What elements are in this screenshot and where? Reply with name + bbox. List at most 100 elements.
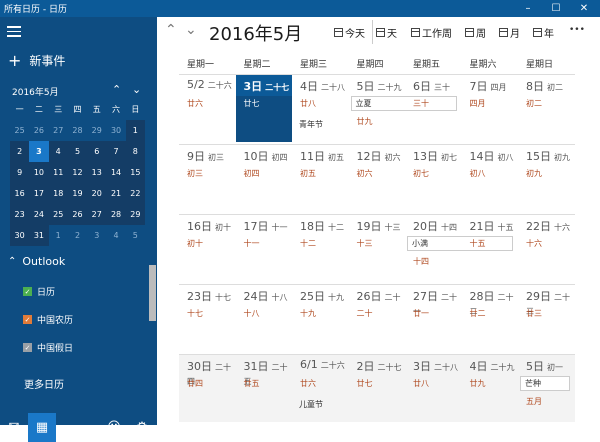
month-view-button[interactable]: 月 [499, 25, 520, 40]
day-cell[interactable]: 13日 初七 初七 [405, 145, 462, 212]
mail-icon[interactable]: ✉ [0, 413, 28, 442]
calendar-item-lunar[interactable]: ✓ 中国农历 [23, 313, 73, 326]
day-cell[interactable]: 4日 二十八 廿八 青年节 [292, 75, 349, 142]
checkbox-icon[interactable]: ✓ [23, 315, 32, 324]
checkbox-icon[interactable]: ✓ [23, 287, 32, 296]
mini-calendar-day[interactable]: 17 [29, 183, 49, 204]
day-cell[interactable]: 16日 初十 初十 [179, 215, 236, 282]
mini-calendar-day[interactable]: 28 [106, 204, 126, 225]
mini-calendar-day[interactable]: 2 [10, 141, 30, 162]
mini-calendar-day[interactable]: 23 [10, 204, 30, 225]
mini-calendar-day[interactable]: 14 [106, 162, 126, 183]
calendar-icon[interactable]: ▦ [28, 413, 56, 442]
prev-month-icon[interactable]: ⌃ [165, 22, 177, 38]
day-view-button[interactable]: 天 [376, 25, 397, 40]
day-cell[interactable]: 28日 二十二 廿二 [462, 285, 519, 352]
month-title[interactable]: 2016年5月 [209, 20, 302, 46]
mini-calendar-day[interactable]: 13 [87, 162, 107, 183]
mini-calendar-day[interactable]: 27 [49, 120, 68, 141]
hamburger-menu-icon[interactable] [7, 26, 21, 37]
outlook-account-header[interactable]: ⌃ Outlook [8, 255, 65, 268]
mini-calendar-day[interactable]: 15 [125, 162, 145, 183]
mini-calendar-day[interactable]: 9 [10, 162, 30, 183]
day-cell[interactable]: 30日 二十四 廿四 [179, 355, 236, 422]
mini-calendar-day[interactable]: 7 [106, 141, 126, 162]
day-cell[interactable]: 29日 二十三 廿三 [518, 285, 575, 352]
day-cell[interactable]: 11日 初五 初五 [292, 145, 349, 212]
mini-calendar-day[interactable]: 22 [125, 183, 145, 204]
mini-calendar-day[interactable]: 26 [67, 204, 88, 225]
mini-calendar-day[interactable]: 2 [68, 225, 87, 246]
mini-calendar-day[interactable]: 18 [48, 183, 68, 204]
day-cell[interactable]: 24日 十八 十八 [236, 285, 293, 352]
gear-icon[interactable]: ⚙ [128, 413, 156, 442]
mini-calendar-day[interactable]: 28 [68, 120, 87, 141]
mini-calendar-day[interactable]: 5 [67, 141, 88, 162]
mini-next-month-icon[interactable]: ⌄ [132, 83, 141, 96]
mini-calendar-day[interactable]: 20 [87, 183, 107, 204]
mini-calendar-day[interactable]: 19 [67, 183, 88, 204]
new-event-button[interactable]: + 新事件 [8, 52, 65, 69]
holiday-event[interactable]: 儿童节 [299, 399, 323, 410]
mini-calendar-day[interactable]: 26 [29, 120, 48, 141]
day-cell[interactable]: 3日 二十七 廿七 [235, 75, 292, 142]
mini-calendar-day[interactable]: 1 [125, 120, 145, 141]
day-cell[interactable]: 12日 初六 初六 [349, 145, 406, 212]
mini-calendar-day[interactable]: 25 [48, 204, 68, 225]
mini-calendar-day[interactable]: 27 [87, 204, 107, 225]
mini-calendar-day[interactable]: 29 [87, 120, 106, 141]
mini-calendar-day[interactable]: 24 [29, 204, 49, 225]
today-button[interactable]: 今天 [334, 25, 365, 40]
day-cell[interactable]: 9日 初三 初三 [179, 145, 236, 212]
day-cell[interactable]: 22日 十六 十六 [518, 215, 575, 282]
checkbox-icon[interactable]: ✓ [23, 343, 32, 352]
mini-calendar-day[interactable]: 6 [87, 141, 107, 162]
day-cell[interactable]: 7日 四月 四月 [462, 75, 519, 142]
year-view-button[interactable]: 年 [533, 25, 554, 40]
mini-calendar-day[interactable]: 29 [125, 204, 145, 225]
next-month-icon[interactable]: ⌄ [185, 22, 197, 38]
day-cell[interactable]: 21日 十五 十五 [462, 215, 519, 282]
mini-calendar-day[interactable]: 3 [29, 141, 49, 162]
mini-prev-month-icon[interactable]: ⌃ [112, 83, 121, 96]
smiley-feedback-icon[interactable]: ☺ [100, 413, 128, 442]
solar-term-event[interactable]: 芒种 [520, 376, 570, 391]
sidebar-scrollbar[interactable] [148, 245, 157, 365]
calendar-item-holidays[interactable]: ✓ 中国假日 [23, 341, 73, 354]
more-calendars-link[interactable]: 更多日历 [24, 376, 64, 391]
scrollbar-thumb[interactable] [149, 265, 156, 321]
day-cell[interactable]: 5日 二十九 立夏 廿九 [349, 75, 457, 142]
more-options-button[interactable]: ••• [569, 25, 585, 35]
mini-calendar-day[interactable]: 1 [49, 225, 68, 246]
day-cell[interactable]: 8日 初二 初二 [518, 75, 575, 142]
week-view-button[interactable]: 周 [465, 25, 486, 40]
mini-calendar-day[interactable]: 21 [106, 183, 126, 204]
day-cell[interactable]: 5/2 二十六 廿六 [179, 75, 236, 142]
close-button[interactable]: ✕ [570, 0, 598, 17]
mini-calendar-day[interactable]: 5 [126, 225, 145, 246]
calendar-item-calendar[interactable]: ✓ 日历 [23, 285, 55, 298]
day-cell[interactable]: 20日 十四 小满 十四 [405, 215, 513, 282]
mini-calendar-day[interactable]: 16 [10, 183, 30, 204]
holiday-event[interactable]: 青年节 [299, 119, 323, 130]
mini-calendar-day[interactable]: 31 [29, 225, 49, 246]
minimize-button[interactable]: – [514, 0, 542, 17]
day-cell[interactable]: 27日 二十一 廿一 [405, 285, 462, 352]
day-cell[interactable]: 18日 十二 十二 [292, 215, 349, 282]
mini-calendar-day[interactable]: 4 [106, 225, 125, 246]
work-week-view-button[interactable]: 工作周 [411, 25, 452, 40]
mini-calendar-day[interactable]: 25 [10, 120, 29, 141]
day-cell[interactable]: 15日 初九 初九 [518, 145, 575, 212]
day-cell[interactable]: 6日 三十 三十 [405, 75, 462, 142]
day-cell[interactable]: 25日 十九 十九 [292, 285, 349, 352]
day-cell[interactable]: 2日 二十七 廿七 [349, 355, 406, 422]
mini-calendar-day[interactable]: 4 [48, 141, 68, 162]
mini-calendar-day[interactable]: 30 [106, 120, 125, 141]
mini-calendar-day[interactable]: 30 [10, 225, 30, 246]
mini-calendar-day[interactable]: 3 [87, 225, 106, 246]
mini-calendar-day[interactable]: 10 [29, 162, 49, 183]
day-cell[interactable]: 10日 初四 初四 [236, 145, 293, 212]
day-cell[interactable]: 31日 二十五 廿五 [236, 355, 293, 422]
day-cell[interactable]: 3日 二十八 廿八 [405, 355, 462, 422]
day-cell[interactable]: 5日 初一 芒种 五月 [518, 355, 575, 422]
